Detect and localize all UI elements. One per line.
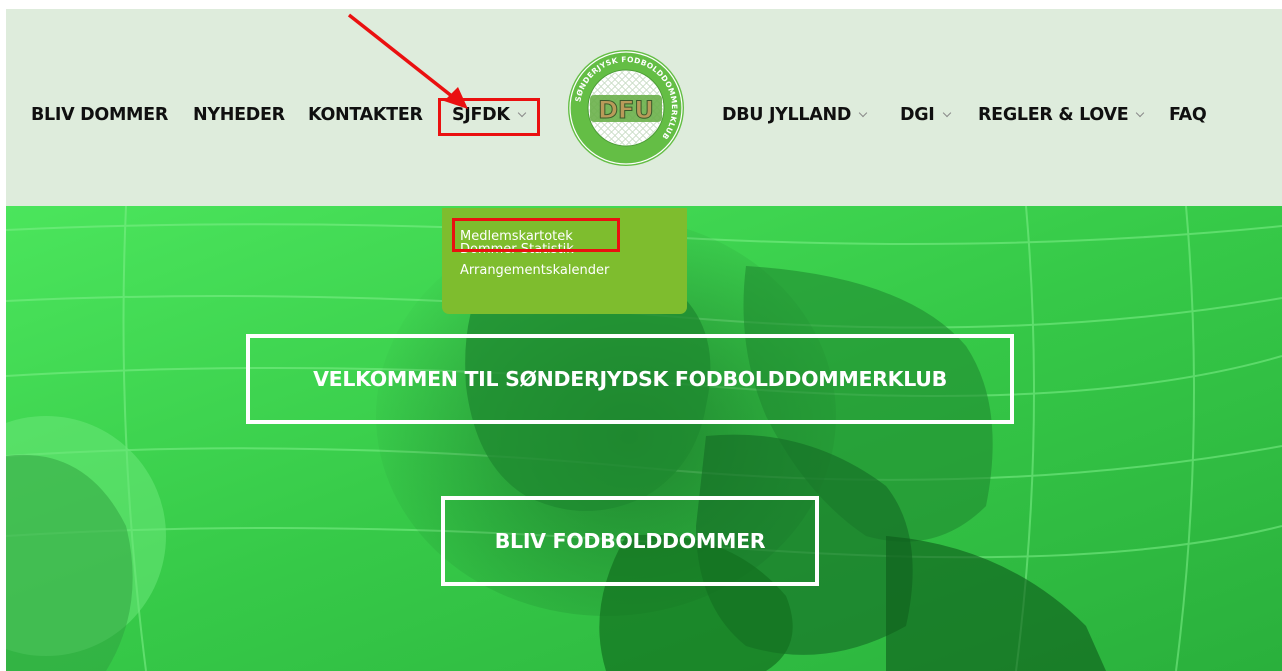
club-logo[interactable]: SØNDERJYSK FODBOLDDOMMERKLUB DFU	[566, 48, 686, 168]
welcome-banner-button[interactable]: VELKOMMEN TIL SØNDERJYDSK FODBOLDDOMMERK…	[246, 334, 1014, 424]
sjfdk-dropdown-menu: Medlemskartotek Dommer Statistik Arrange…	[442, 208, 687, 314]
chevron-down-icon	[517, 108, 526, 118]
chevron-down-icon	[942, 108, 951, 118]
nav-dgi[interactable]: DGI	[900, 105, 951, 125]
chevron-down-icon	[858, 108, 868, 118]
page-frame: BLIV DOMMER NYHEDER KONTAKTER SJFDK SØND…	[6, 9, 1282, 671]
nav-sjfdk[interactable]: SJFDK	[452, 105, 526, 125]
site-header: BLIV DOMMER NYHEDER KONTAKTER SJFDK SØND…	[6, 9, 1282, 206]
nav-label: KONTAKTER	[308, 105, 423, 125]
nav-label: DBU JYLLAND	[722, 105, 852, 125]
become-referee-button[interactable]: BLIV FODBOLDDOMMER	[441, 496, 819, 586]
nav-dbu-jylland[interactable]: DBU JYLLAND	[722, 105, 868, 125]
nav-regler-love[interactable]: REGLER & LOVE	[978, 105, 1145, 125]
nav-faq[interactable]: FAQ	[1169, 105, 1207, 125]
nav-label: FAQ	[1169, 105, 1207, 125]
nav-label: NYHEDER	[193, 105, 285, 125]
nav-label: DGI	[900, 105, 935, 125]
dropdown-item-dommer-statistik[interactable]: Dommer Statistik	[442, 239, 687, 260]
nav-bliv-dommer[interactable]: BLIV DOMMER	[31, 105, 168, 125]
dropdown-item-arrangementskalender[interactable]: Arrangementskalender	[442, 260, 687, 281]
nav-label: BLIV DOMMER	[31, 105, 168, 125]
nav-label: SJFDK	[452, 105, 510, 125]
become-referee-text: BLIV FODBOLDDOMMER	[494, 529, 766, 553]
logo-center-text: DFU	[598, 96, 654, 124]
nav-nyheder[interactable]: NYHEDER	[193, 105, 285, 125]
chevron-down-icon	[1136, 108, 1145, 118]
nav-label: REGLER & LOVE	[978, 105, 1129, 125]
nav-kontakter[interactable]: KONTAKTER	[308, 105, 423, 125]
welcome-text: VELKOMMEN TIL SØNDERJYDSK FODBOLDDOMMERK…	[313, 367, 947, 391]
